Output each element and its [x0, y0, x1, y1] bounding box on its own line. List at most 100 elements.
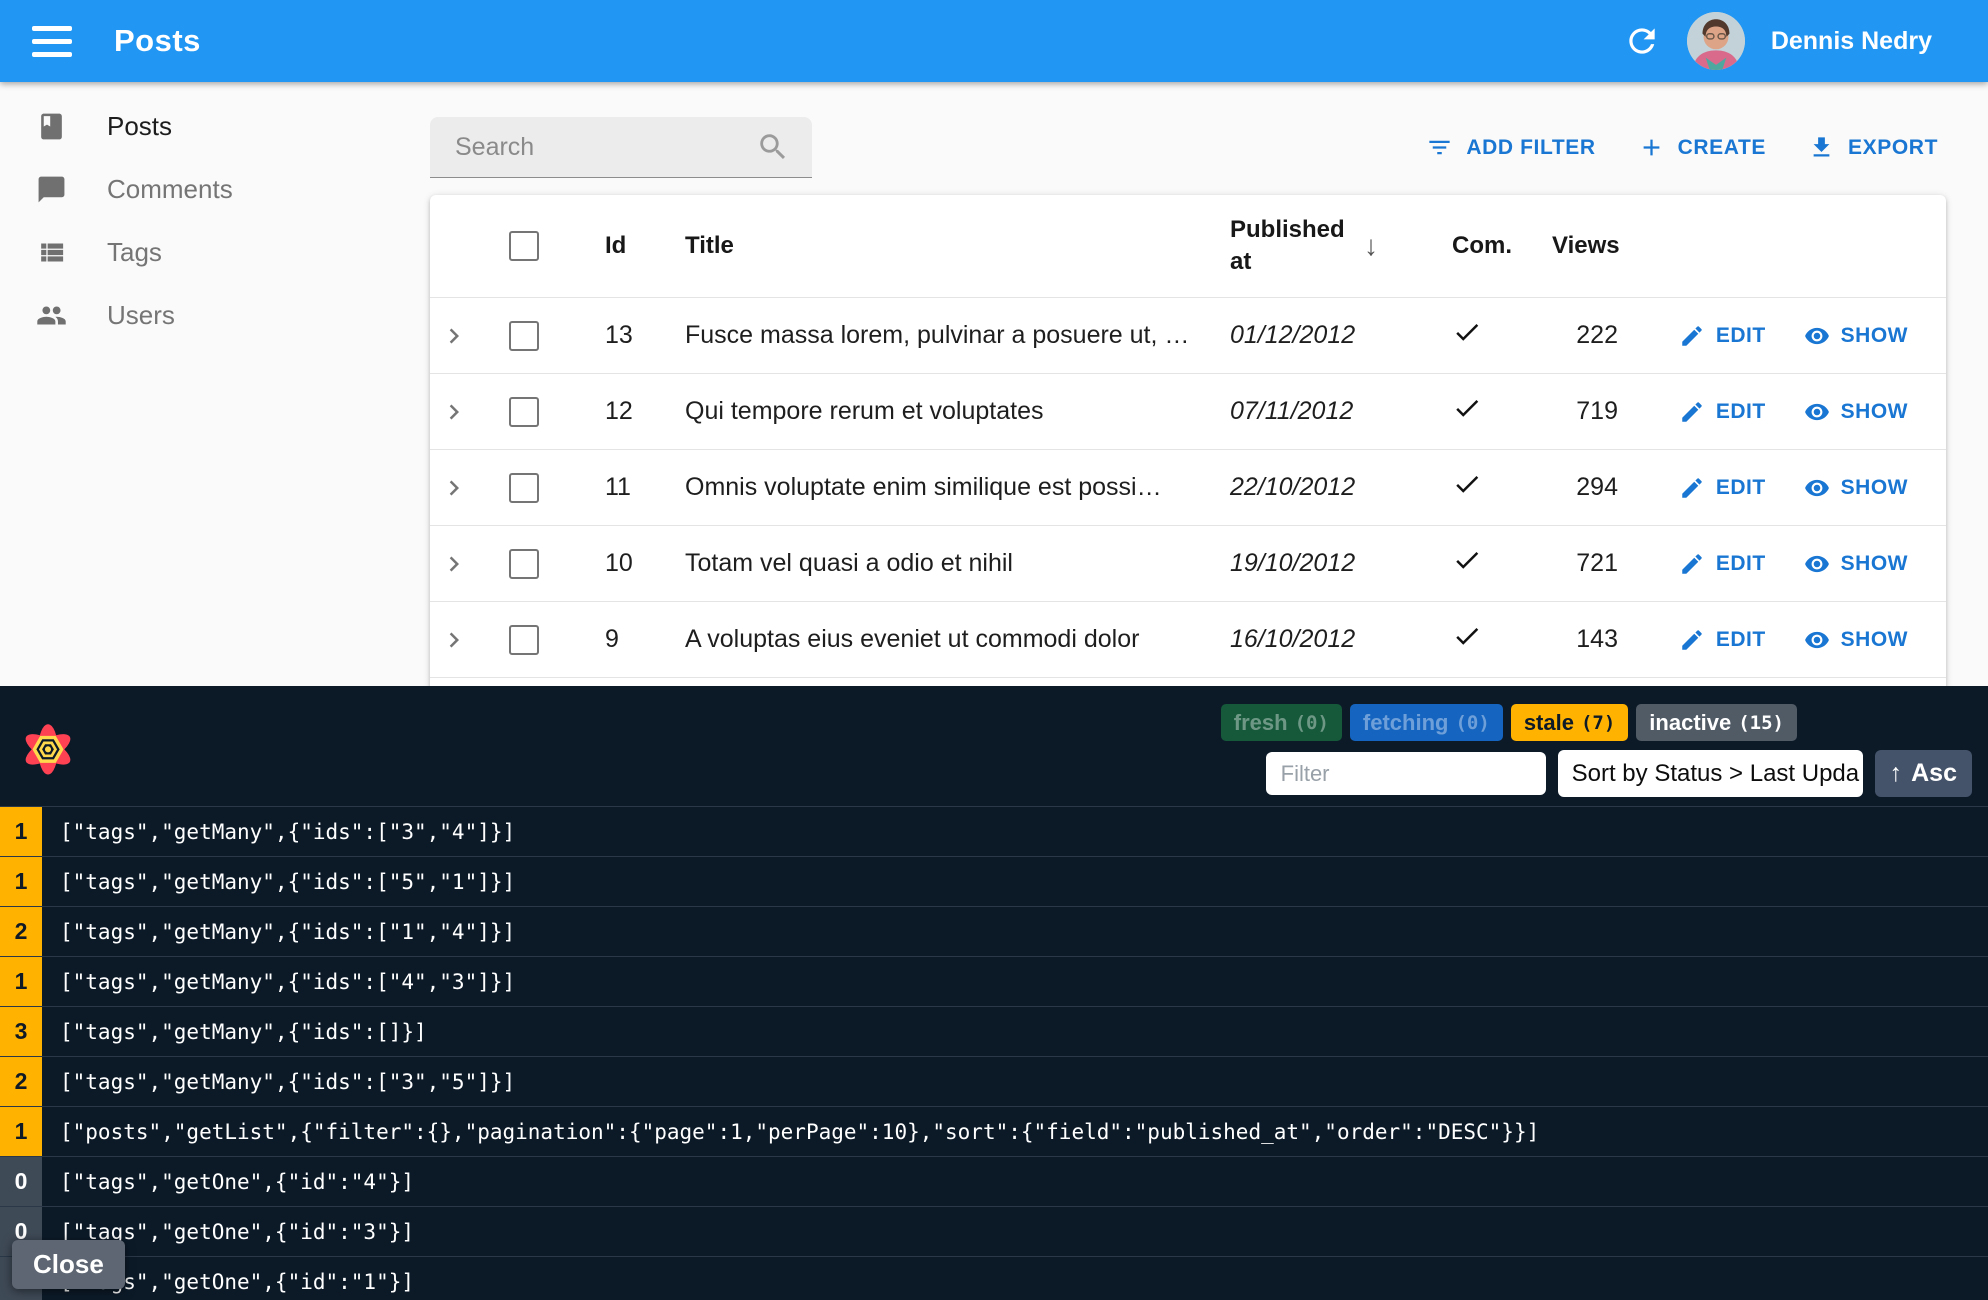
eye-icon — [1804, 403, 1829, 420]
create-button[interactable]: CREATE — [1638, 134, 1766, 161]
edit-button[interactable]: EDIT — [1679, 475, 1766, 501]
row-checkbox[interactable] — [509, 396, 539, 427]
select-all-checkbox[interactable] — [509, 231, 539, 261]
observer-count-badge: 1 — [0, 957, 42, 1006]
table-row: 10 Totam vel quasi a odio et nihil 19/10… — [430, 526, 1946, 602]
refresh-icon[interactable] — [1623, 22, 1661, 60]
query-list: 1 ["tags","getMany",{"ids":["3","4"]}] 1… — [0, 806, 1988, 1300]
edit-button[interactable]: EDIT — [1679, 627, 1766, 653]
badge-fresh[interactable]: fresh (0) — [1220, 704, 1342, 741]
cell-published-at: 16/10/2012 — [1230, 625, 1356, 653]
cell-id: 10 — [605, 549, 633, 577]
sidebar-item-comments[interactable]: Comments — [0, 158, 420, 221]
filter-icon — [1429, 140, 1451, 155]
query-key: ["tags","getMany",{"ids":["1","4"]}] — [60, 919, 516, 944]
avatar[interactable] — [1686, 12, 1745, 70]
search-box — [430, 117, 812, 178]
cell-published-at: 01/12/2012 — [1230, 321, 1356, 349]
query-key: ["tags","getOne",{"id":"4"}] — [60, 1169, 415, 1194]
query-key: ["tags","getMany",{"ids":["4","3"]}] — [60, 969, 516, 994]
show-button[interactable]: SHOW — [1804, 323, 1908, 349]
sidebar-item-label: Tags — [107, 237, 162, 267]
cell-id: 11 — [605, 473, 631, 501]
sidebar-item-users[interactable]: Users — [0, 284, 420, 347]
observer-count-badge: 2 — [0, 1057, 42, 1106]
export-button[interactable]: EXPORT — [1808, 134, 1938, 161]
cell-views: 222 — [1576, 321, 1618, 349]
cell-published-at: 22/10/2012 — [1230, 473, 1356, 501]
show-button[interactable]: SHOW — [1804, 475, 1908, 501]
search-input[interactable] — [430, 132, 756, 162]
eye-icon — [1804, 479, 1829, 496]
menu-icon[interactable] — [32, 21, 78, 61]
plus-icon — [1643, 139, 1660, 156]
query-row[interactable]: 0 ["tags","getOne",{"id":"3"}] — [0, 1207, 1988, 1257]
query-key: ["posts","getList",{"filter":{},"paginat… — [60, 1119, 1540, 1144]
edit-button[interactable]: EDIT — [1679, 399, 1766, 425]
row-checkbox[interactable] — [509, 624, 539, 655]
comment-icon — [38, 176, 65, 203]
query-row[interactable]: 1 ["tags","getMany",{"ids":["4","3"]}] — [0, 957, 1988, 1007]
user-name[interactable]: Dennis Nedry — [1771, 27, 1932, 56]
sort-desc-icon: ↓ — [1364, 230, 1378, 261]
close-devtools-button[interactable]: Close — [12, 1240, 125, 1289]
observer-count-badge: 3 — [0, 1007, 42, 1056]
people-icon — [37, 306, 66, 325]
sidebar-item-tags[interactable]: Tags — [0, 221, 420, 284]
header-commentable[interactable]: Com. — [1438, 232, 1552, 260]
row-checkbox[interactable] — [509, 472, 539, 503]
query-row[interactable]: 2 ["tags","getMany",{"ids":["3","5"]}] — [0, 1057, 1988, 1107]
query-row[interactable]: 2 ["tags","getMany",{"ids":["1","4"]}] — [0, 907, 1988, 957]
pencil-icon — [1682, 401, 1702, 422]
table-row: 13 Fusce massa lorem, pulvinar a posuere… — [430, 298, 1946, 374]
add-filter-button[interactable]: ADD FILTER — [1426, 134, 1595, 161]
app-bar-right: Dennis Nedry — [1623, 12, 1932, 70]
cell-title: Qui tempore rerum et voluptates — [685, 397, 1044, 425]
chevron-right-icon[interactable] — [439, 473, 469, 503]
header-title[interactable]: Title — [685, 232, 1226, 260]
badge-stale[interactable]: stale (7) — [1510, 704, 1629, 741]
header-published-at[interactable]: Published at ↓ — [1226, 214, 1438, 279]
chevron-right-icon[interactable] — [439, 625, 469, 655]
show-button[interactable]: SHOW — [1804, 627, 1908, 653]
edit-button[interactable]: EDIT — [1679, 551, 1766, 577]
sort-direction-button[interactable]: ↑ Asc — [1874, 750, 1972, 797]
show-button[interactable]: SHOW — [1804, 399, 1908, 425]
query-filter-input[interactable] — [1265, 752, 1546, 795]
query-row[interactable]: 1 ["tags","getMany",{"ids":["3","4"]}] — [0, 807, 1988, 857]
chevron-right-icon[interactable] — [439, 549, 469, 579]
query-row[interactable]: 3 ["tags","getMany",{"ids":[]}] — [0, 1007, 1988, 1057]
download-icon — [1813, 137, 1830, 157]
row-checkbox[interactable] — [509, 320, 539, 351]
cell-title: Totam vel quasi a odio et nihil — [685, 549, 1013, 577]
header-id[interactable]: Id — [570, 232, 685, 260]
sidebar: Posts Comments Tags Users — [0, 95, 420, 347]
header-views[interactable]: Views — [1552, 232, 1620, 260]
check-icon — [1456, 323, 1479, 341]
query-row[interactable]: 0 ["tags","getOne",{"id":"1"}] — [0, 1257, 1988, 1300]
badge-inactive[interactable]: inactive (15) — [1636, 704, 1797, 741]
sort-select[interactable]: Sort by Status > Last Upda — [1557, 750, 1863, 797]
book-icon — [41, 113, 62, 140]
observer-count-badge: 0 — [0, 1157, 42, 1206]
cell-views: 294 — [1576, 473, 1618, 501]
edit-button[interactable]: EDIT — [1679, 323, 1766, 349]
cell-id: 9 — [605, 625, 619, 653]
page-title: Posts — [114, 23, 201, 58]
badge-fetching[interactable]: fetching (0) — [1349, 704, 1503, 741]
observer-count-badge: 1 — [0, 807, 42, 856]
query-row[interactable]: 0 ["tags","getOne",{"id":"4"}] — [0, 1157, 1988, 1207]
chevron-right-icon[interactable] — [439, 397, 469, 427]
select-all-cell — [478, 231, 570, 261]
chevron-right-icon[interactable] — [439, 321, 469, 351]
list-icon — [41, 243, 64, 262]
check-icon — [1456, 551, 1479, 569]
sidebar-item-posts[interactable]: Posts — [0, 95, 420, 158]
table-row: 12 Qui tempore rerum et voluptates 07/11… — [430, 374, 1946, 450]
show-button[interactable]: SHOW — [1804, 551, 1908, 577]
pencil-icon — [1682, 325, 1702, 346]
query-row[interactable]: 1 ["tags","getMany",{"ids":["5","1"]}] — [0, 857, 1988, 907]
search-icon — [760, 134, 786, 160]
row-checkbox[interactable] — [509, 548, 539, 579]
query-row[interactable]: 1 ["posts","getList",{"filter":{},"pagin… — [0, 1107, 1988, 1157]
